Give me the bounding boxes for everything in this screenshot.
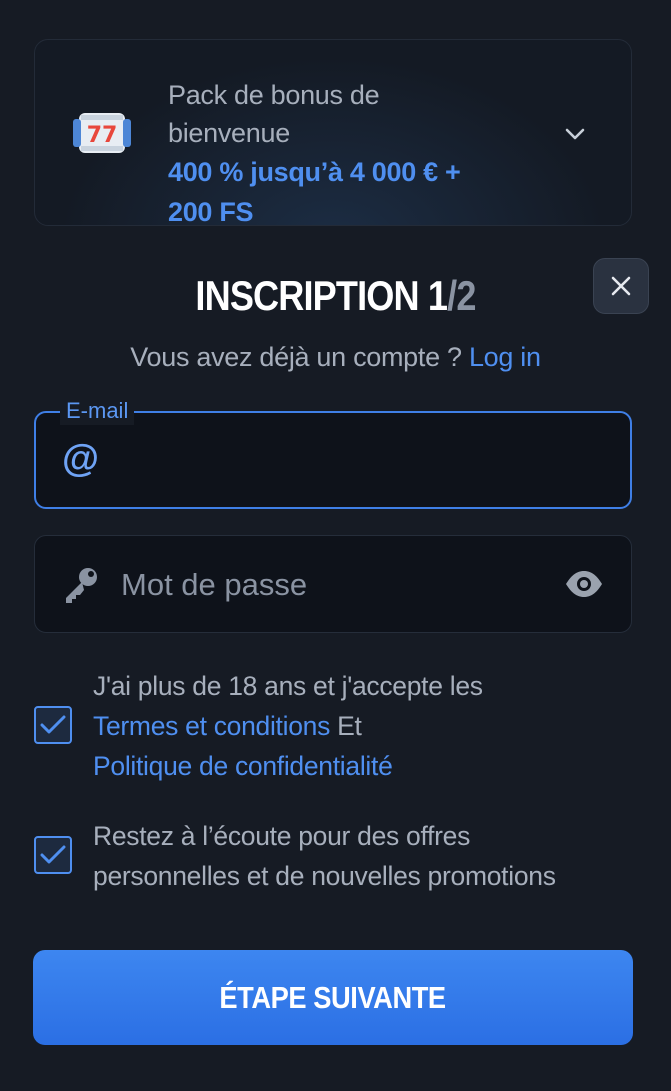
next-step-label: ÉTAPE SUIVANTE (219, 979, 447, 1015)
bonus-offer-line-1: 400 % jusqu’à 4 000 € + (168, 157, 461, 187)
email-label: E-mail (60, 397, 135, 425)
login-link[interactable]: Log in (469, 342, 541, 372)
next-step-button[interactable]: ÉTAPE SUIVANTE (33, 950, 633, 1045)
and-word: Et (337, 711, 362, 741)
promo-checkbox[interactable] (34, 836, 72, 874)
bonus-text-block: Pack de bonus de bienvenue 400 % jusqu’à… (168, 76, 498, 232)
promo-text-line-2: personnelles et de nouvelles promotions (93, 861, 556, 891)
bonus-offer-line-2: 200 FS (168, 197, 254, 227)
step-current: 1 (427, 272, 448, 319)
privacy-link[interactable]: Politique de confidentialité (93, 751, 393, 781)
step-total: /2 (447, 272, 476, 319)
email-input[interactable] (116, 433, 596, 487)
title-text: INSCRIPTION (195, 272, 419, 319)
promo-consent-text: Restez à l’écoute pour des offres person… (93, 816, 653, 896)
at-sign-icon: @ (62, 438, 100, 480)
password-input[interactable] (121, 558, 541, 612)
svg-text:77: 77 (87, 123, 118, 148)
welcome-bonus-selector[interactable]: 77 Pack de bonus de bienvenue 400 % jusq… (34, 39, 632, 227)
login-prompt-text: Vous avez déjà un compte ? (130, 342, 462, 372)
terms-consent-text: J'ai plus de 18 ans et j'accepte les Ter… (93, 666, 633, 786)
age-statement: J'ai plus de 18 ans et j'accepte les (93, 671, 483, 701)
chevron-down-icon[interactable] (563, 122, 587, 146)
bonus-offer: 400 % jusqu’à 4 000 € + 200 FS (168, 152, 498, 232)
privacy-line: Politique de confidentialité (93, 746, 633, 786)
registration-modal: 77 Pack de bonus de bienvenue 400 % jusq… (0, 0, 671, 1091)
bonus-title: Pack de bonus de bienvenue (168, 80, 380, 148)
terms-checkbox[interactable] (34, 706, 72, 744)
slot-reel-777-icon: 77 (73, 113, 131, 153)
key-icon (66, 568, 97, 603)
checkmark-icon (40, 715, 66, 734)
login-prompt: Vous avez déjà un compte ? Log in (0, 342, 671, 373)
eye-icon[interactable] (565, 570, 603, 598)
email-field[interactable]: E-mail @ (34, 397, 632, 509)
promo-text-line-1: Restez à l’écoute pour des offres (93, 821, 471, 851)
terms-line: Termes et conditions Et (93, 706, 633, 746)
checkmark-icon (40, 845, 66, 864)
password-field[interactable] (34, 535, 632, 633)
page-title: INSCRIPTION 1/2 (47, 272, 624, 320)
terms-link[interactable]: Termes et conditions (93, 711, 330, 741)
